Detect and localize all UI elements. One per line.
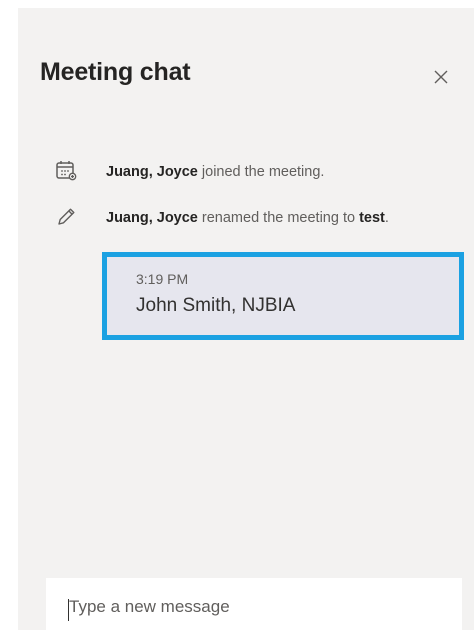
meeting-name: test (359, 210, 385, 226)
compose-box[interactable] (46, 578, 462, 630)
text-cursor (68, 599, 69, 621)
event-text: Juang, Joyce renamed the meeting to test… (106, 210, 389, 226)
participant-name: Juang, Joyce (106, 164, 198, 180)
event-text: Juang, Joyce joined the meeting. (106, 164, 324, 180)
calendar-join-icon (56, 161, 77, 181)
message-author: John Smith, NJBIA (136, 295, 296, 316)
event-action: joined the meeting. (197, 164, 325, 180)
close-icon (434, 70, 448, 84)
close-button[interactable] (426, 62, 456, 92)
message-timestamp: 3:19 PM (136, 271, 189, 287)
panel-title: Meeting chat (40, 58, 191, 86)
event-renamed: Juang, Joyce renamed the meeting to test… (54, 205, 472, 235)
message-input[interactable] (46, 578, 462, 630)
highlighted-message[interactable]: 3:19 PM John Smith, NJBIA (102, 252, 464, 340)
event-joined: Juang, Joyce joined the meeting. (54, 159, 472, 189)
participant-name: Juang, Joyce (106, 210, 198, 226)
meeting-chat-panel: Meeting chat Juang, Joyce joined the mee… (18, 8, 474, 630)
event-action: renamed the meeting to (197, 210, 360, 226)
event-end: . (384, 210, 389, 226)
pencil-icon (58, 208, 75, 225)
